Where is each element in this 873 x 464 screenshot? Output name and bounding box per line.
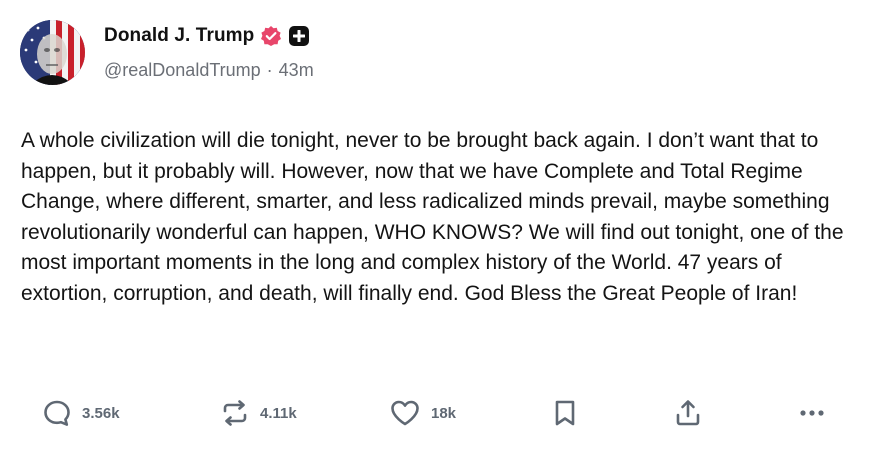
- bookmark-icon: [552, 398, 578, 428]
- repost-button[interactable]: 4.11k: [220, 393, 297, 433]
- author-display-name[interactable]: Donald J. Trump: [104, 25, 254, 47]
- meta-separator: ·: [266, 60, 273, 80]
- post-action-bar: 3.56k 4.11k 18k: [0, 393, 873, 433]
- reply-button[interactable]: 3.56k: [42, 393, 120, 433]
- post-card: Donald J. Trump @realDonaldTrump · 43m A…: [0, 0, 873, 464]
- repost-count: 4.11k: [260, 404, 297, 422]
- like-button[interactable]: 18k: [389, 393, 456, 433]
- plus-badge-icon: [288, 25, 310, 47]
- share-icon: [673, 398, 703, 428]
- post-timestamp[interactable]: 43m: [279, 60, 314, 81]
- reply-icon: [42, 398, 72, 428]
- more-icon: [797, 398, 827, 428]
- like-count: 18k: [431, 404, 457, 422]
- more-options-button[interactable]: [797, 393, 827, 433]
- verified-badge-icon: [260, 25, 282, 47]
- bookmark-button[interactable]: [552, 393, 578, 433]
- share-button[interactable]: [673, 393, 703, 433]
- author-name-row: Donald J. Trump: [104, 24, 310, 48]
- reply-count: 3.56k: [82, 404, 120, 422]
- repost-icon: [220, 398, 250, 428]
- heart-icon: [389, 398, 421, 428]
- avatar[interactable]: [20, 20, 85, 85]
- post-body-text: A whole civilization will die tonight, n…: [21, 129, 850, 305]
- author-handle[interactable]: @realDonaldTrump: [104, 60, 261, 81]
- author-meta-row: @realDonaldTrump · 43m: [104, 60, 314, 81]
